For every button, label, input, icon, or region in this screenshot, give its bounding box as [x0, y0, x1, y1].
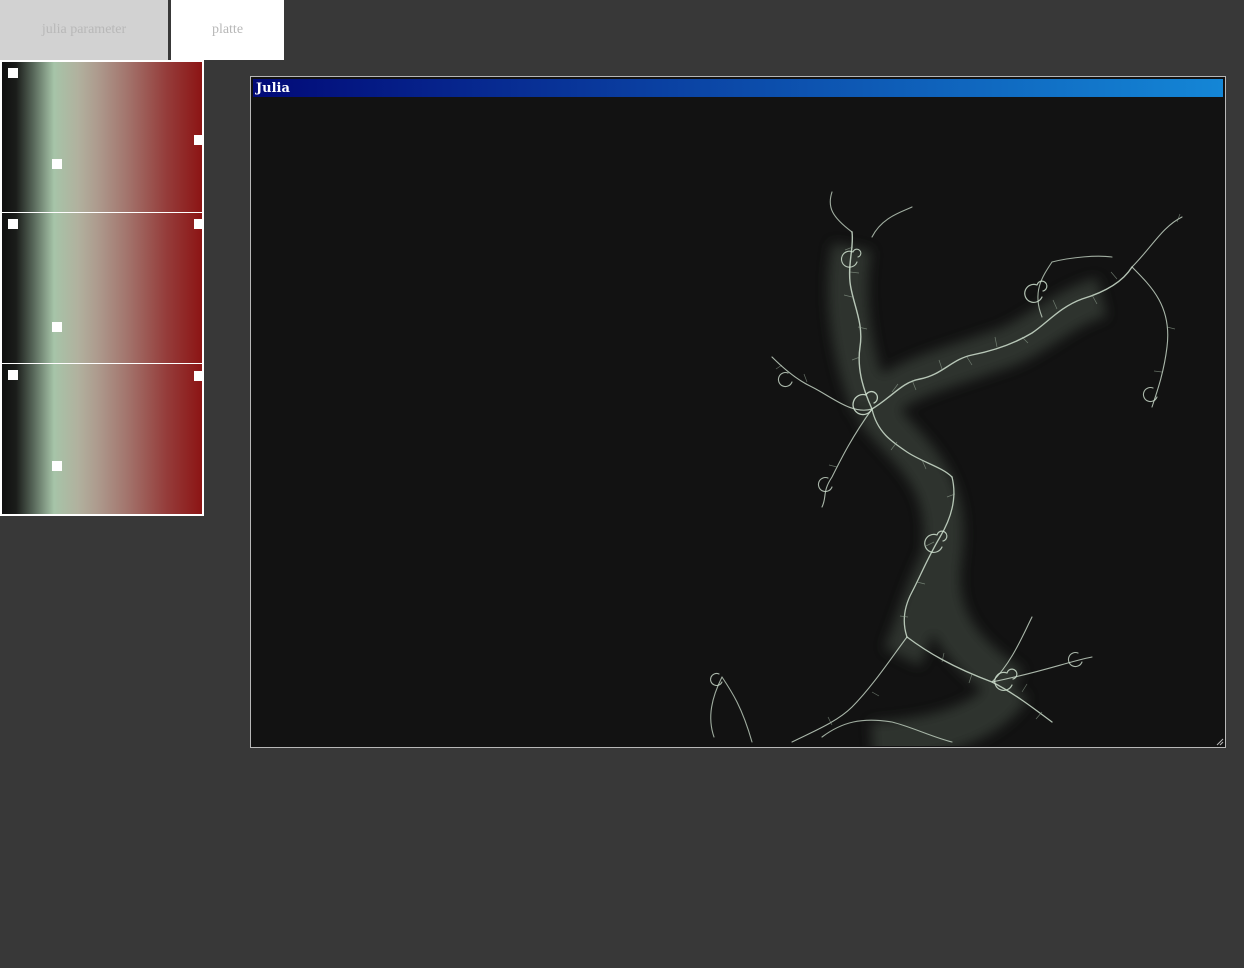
window-titlebar[interactable]: Julia: [253, 79, 1223, 97]
fractal-canvas[interactable]: [252, 97, 1224, 746]
palette-gradient-channel[interactable]: [2, 364, 204, 514]
tab-label: julia parameter: [41, 22, 127, 37]
gradient-handle[interactable]: [194, 135, 204, 145]
palette-gradient-channel[interactable]: [2, 62, 204, 212]
palette-gradient-channel[interactable]: [2, 213, 204, 363]
gradient-handle[interactable]: [52, 461, 62, 471]
tab-platte[interactable]: platte: [171, 0, 284, 60]
palette-editor: [0, 60, 204, 516]
gradient-handle[interactable]: [8, 68, 18, 78]
gradient-handle[interactable]: [52, 159, 62, 169]
tab-julia-parameter[interactable]: julia parameter: [0, 0, 168, 60]
gradient-handle[interactable]: [8, 219, 18, 229]
tab-bar: julia parameter platte: [0, 0, 284, 60]
gradient-handle[interactable]: [8, 370, 18, 380]
gradient-handle[interactable]: [52, 322, 62, 332]
window-title: Julia: [256, 81, 290, 96]
julia-fractal-image: [710, 191, 1183, 746]
tab-label: platte: [211, 22, 244, 37]
julia-window[interactable]: Julia: [250, 76, 1226, 748]
resize-grip-icon[interactable]: [1214, 736, 1224, 746]
gradient-handle[interactable]: [194, 219, 204, 229]
gradient-handle[interactable]: [194, 371, 204, 381]
